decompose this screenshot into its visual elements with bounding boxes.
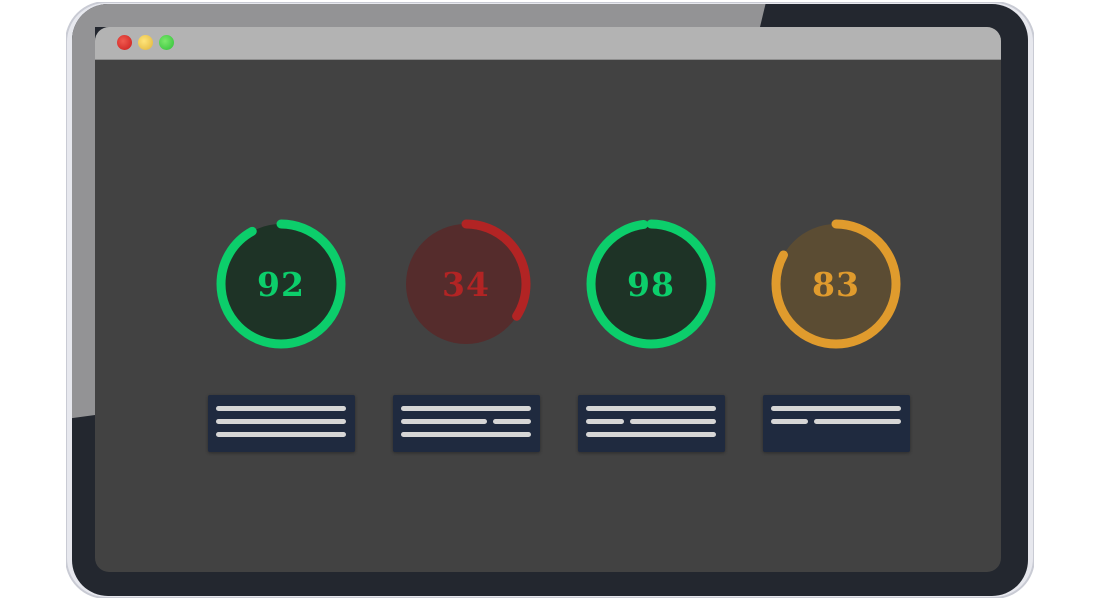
placeholder-card-3 xyxy=(578,395,725,452)
placeholder-text-line xyxy=(216,432,346,437)
score-gauge-2: 34 xyxy=(396,214,536,354)
minimize-window-button[interactable] xyxy=(138,35,153,50)
close-window-button[interactable] xyxy=(117,35,132,50)
device-mockup: 92 34 98 83 xyxy=(0,0,1100,600)
score-value: 98 xyxy=(627,264,675,304)
placeholder-text-line xyxy=(401,432,531,437)
placeholder-text-line xyxy=(493,419,531,424)
placeholder-text-line xyxy=(814,419,901,424)
placeholder-text-line xyxy=(586,419,624,424)
score-gauge-4: 83 xyxy=(766,214,906,354)
browser-window: 92 34 98 83 xyxy=(95,27,1001,572)
placeholder-card-2 xyxy=(393,395,540,452)
score-value: 92 xyxy=(257,264,305,304)
placeholder-text-line xyxy=(630,419,716,424)
placeholder-card-1 xyxy=(208,395,355,452)
placeholder-text-line xyxy=(586,406,716,411)
score-value: 83 xyxy=(812,264,860,304)
placeholder-text-line xyxy=(216,419,346,424)
placeholder-text-line xyxy=(216,406,346,411)
maximize-window-button[interactable] xyxy=(159,35,174,50)
placeholder-text-line xyxy=(771,406,901,411)
score-gauge-1: 92 xyxy=(211,214,351,354)
page-content: 92 34 98 83 xyxy=(95,60,1001,572)
placeholder-text-line xyxy=(771,419,808,424)
placeholder-text-line xyxy=(401,419,487,424)
placeholder-text-line xyxy=(586,432,716,437)
placeholder-card-4 xyxy=(763,395,910,452)
window-titlebar xyxy=(95,27,1001,60)
score-value: 34 xyxy=(442,264,490,304)
score-gauge-3: 98 xyxy=(581,214,721,354)
placeholder-text-line xyxy=(401,406,531,411)
